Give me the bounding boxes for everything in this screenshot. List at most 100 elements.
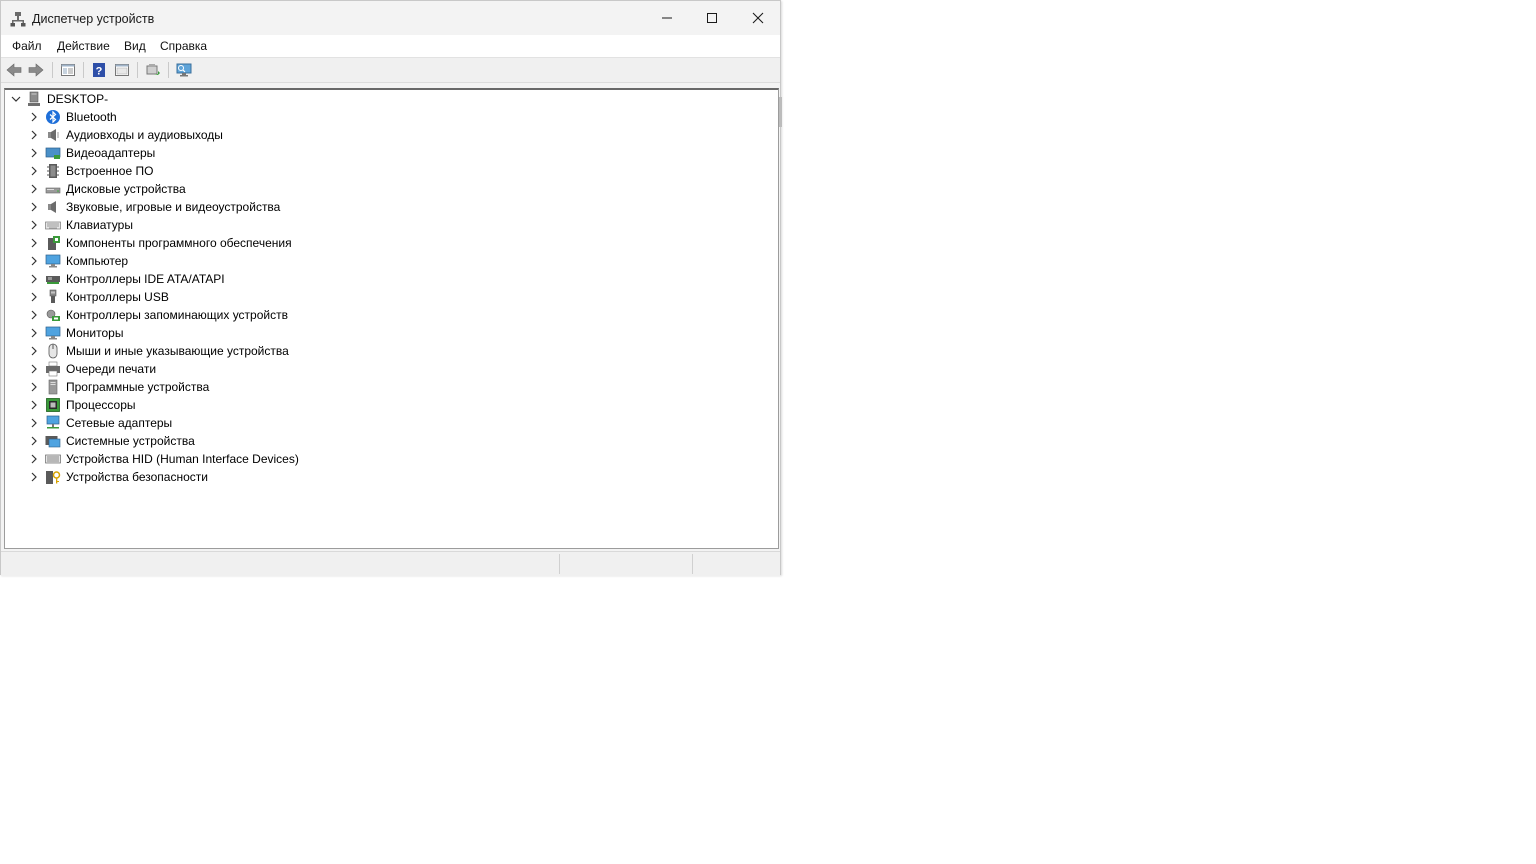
minimize-button[interactable] (644, 1, 690, 35)
tree-item[interactable]: Устройства безопасности (5, 468, 775, 486)
chevron-right-icon[interactable] (29, 202, 39, 212)
disk-drive-icon (45, 187, 61, 194)
toolbar-separator (83, 62, 84, 78)
chevron-right-icon[interactable] (29, 346, 39, 356)
back-button[interactable] (5, 61, 23, 79)
chevron-right-icon[interactable] (29, 292, 39, 302)
tree-item-label: Bluetooth (66, 110, 117, 124)
show-hide-console-tree-icon (61, 64, 75, 76)
menu-file[interactable]: Файл (11, 39, 43, 53)
menu-action[interactable]: Действие (56, 39, 111, 53)
chevron-right-icon[interactable] (29, 274, 39, 284)
tree-item-label: Контроллеры IDE ATA/ATAPI (66, 272, 225, 286)
tree-item-label: Дисковые устройства (66, 182, 186, 196)
tree-item[interactable]: Процессоры (5, 396, 775, 414)
forward-icon (28, 63, 44, 77)
tree-item[interactable]: Встроенное ПО (5, 162, 775, 180)
tree-item-label: Видеоадаптеры (66, 146, 156, 160)
chevron-right-icon[interactable] (29, 436, 39, 446)
chevron-right-icon[interactable] (29, 220, 39, 230)
computer-icon (45, 254, 61, 268)
tree-item-label: Компьютер (66, 254, 129, 268)
tree-item[interactable]: Контроллеры запоминающих устройств (5, 306, 775, 324)
help-icon: ? (93, 63, 105, 78)
tree-item[interactable]: Звуковые, игровые и видеоустройства (5, 198, 775, 216)
chevron-right-icon[interactable] (29, 472, 39, 482)
speaker-icon (48, 129, 59, 141)
tree-root-row[interactable]: DESKTOP- (5, 90, 775, 108)
tree-item-label: Контроллеры запоминающих устройств (66, 308, 288, 322)
menu-help[interactable]: Справка (159, 39, 208, 53)
tree-item-label: Сетевые адаптеры (66, 416, 173, 430)
chevron-right-icon[interactable] (29, 166, 39, 176)
security-device-icon (46, 471, 61, 484)
tree-item[interactable]: Клавиатуры (5, 216, 775, 234)
tree-item[interactable]: Компоненты программного обеспечения (5, 234, 775, 252)
chevron-right-icon[interactable] (29, 148, 39, 158)
chevron-down-icon[interactable] (11, 94, 21, 104)
chevron-right-icon[interactable] (29, 130, 39, 140)
tree-item[interactable]: Сетевые адаптеры (5, 414, 775, 432)
system-device-icon (45, 436, 61, 448)
printer-icon (46, 361, 60, 377)
computer-root-icon (28, 91, 40, 106)
tree-item[interactable]: Аудиовходы и аудиовыходы (5, 126, 775, 144)
chevron-right-icon[interactable] (29, 238, 39, 248)
chevron-right-icon[interactable] (29, 400, 39, 410)
tree-item-label: Очереди печати (66, 362, 157, 376)
tree-item-label: Встроенное ПО (66, 164, 154, 178)
tree-item[interactable]: Мыши и иные указывающие устройства (5, 342, 775, 360)
toolbar: ? (1, 58, 780, 83)
tree-item[interactable]: Системные устройства (5, 432, 775, 450)
status-bar (1, 551, 780, 576)
toolbar-separator (137, 62, 138, 78)
scan-hardware-button[interactable] (175, 61, 193, 79)
tree-item[interactable]: Bluetooth (5, 108, 775, 126)
software-component-icon (48, 236, 60, 250)
mouse-icon (48, 343, 58, 359)
tree-item-label: Устройства HID (Human Interface Devices) (66, 452, 299, 466)
toolbar-separator (168, 62, 169, 78)
chevron-right-icon[interactable] (29, 184, 39, 194)
tree-item-label: Клавиатуры (66, 218, 133, 232)
tree-item[interactable]: Контроллеры IDE ATA/ATAPI (5, 270, 775, 288)
properties-icon (115, 64, 129, 76)
show-hide-console-tree-button[interactable] (59, 61, 77, 79)
tree-item[interactable]: Очереди печати (5, 360, 775, 378)
chevron-right-icon[interactable] (29, 328, 39, 338)
firmware-icon (47, 164, 59, 178)
update-driver-icon (146, 64, 160, 75)
help-button[interactable]: ? (90, 61, 108, 79)
chevron-right-icon[interactable] (29, 382, 39, 392)
properties-button[interactable] (113, 61, 131, 79)
tree-item[interactable]: Дисковые устройства (5, 180, 775, 198)
close-button[interactable] (735, 1, 781, 35)
tree-item-label: Компоненты программного обеспечения (66, 236, 292, 250)
chevron-right-icon[interactable] (29, 454, 39, 464)
chevron-right-icon[interactable] (29, 112, 39, 122)
tree-item[interactable]: Программные устройства (5, 378, 775, 396)
tree-item-label: Устройства безопасности (66, 470, 208, 484)
chevron-right-icon[interactable] (29, 418, 39, 428)
tree-item-label: Звуковые, игровые и видеоустройства (66, 200, 281, 214)
storage-controller-icon (46, 309, 60, 321)
device-manager-app-icon (10, 11, 26, 27)
chevron-right-icon[interactable] (29, 364, 39, 374)
tree-item[interactable]: Видеоадаптеры (5, 144, 775, 162)
device-manager-window: Диспетчер устройств Файл Действие Вид Сп… (0, 0, 781, 576)
tree-item[interactable]: Компьютер (5, 252, 775, 270)
menu-view[interactable]: Вид (123, 39, 147, 53)
status-divider (692, 554, 693, 574)
hid-icon (45, 454, 61, 464)
forward-button[interactable] (27, 61, 45, 79)
title-bar[interactable]: Диспетчер устройств (1, 1, 780, 35)
chevron-right-icon[interactable] (29, 310, 39, 320)
maximize-button[interactable] (689, 1, 735, 35)
sound-icon (48, 201, 56, 213)
tree-item-label: Программные устройства (66, 380, 210, 394)
tree-item[interactable]: Контроллеры USB (5, 288, 775, 306)
tree-item[interactable]: Устройства HID (Human Interface Devices) (5, 450, 775, 468)
chevron-right-icon[interactable] (29, 256, 39, 266)
tree-item[interactable]: Мониторы (5, 324, 775, 342)
update-driver-button[interactable] (144, 61, 162, 79)
